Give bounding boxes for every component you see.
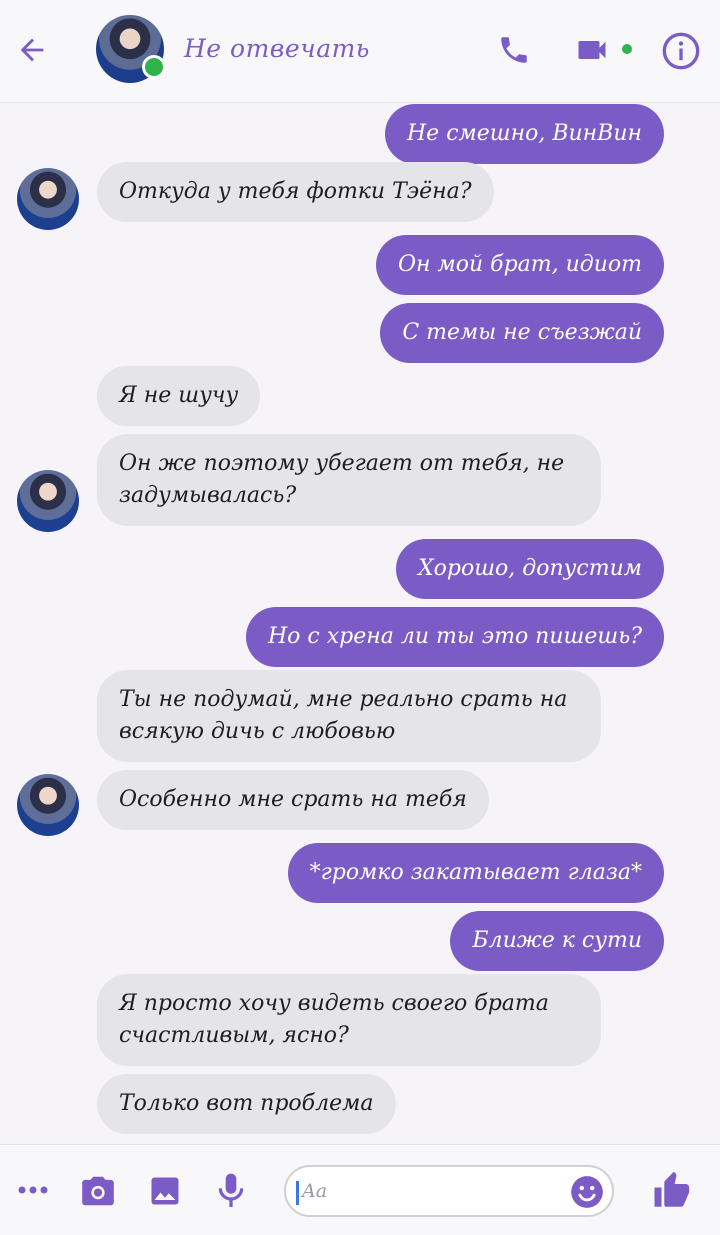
message-incoming[interactable]: Я не шучу [97,366,261,426]
message-outgoing[interactable]: *громко закатывает глаза* [287,843,664,903]
microphone-icon[interactable] [210,1167,252,1215]
message-incoming[interactable]: Ты не подумай, мне реально срать на всяк… [97,670,601,762]
message-outgoing[interactable]: Не смешно, ВинВин [385,104,664,164]
message-outgoing[interactable]: С темы не съезжай [380,303,664,363]
message-incoming[interactable]: Откуда у тебя фотки Тэёна? [97,162,494,222]
message-list[interactable]: Не смешно, ВинВин Откуда у тебя фотки Тэ… [0,102,720,1144]
video-camera-icon[interactable] [570,28,614,72]
contact-avatar-small [17,774,79,836]
message-incoming[interactable]: Особенно мне срать на тебя [97,770,489,830]
message-incoming[interactable]: Я просто хочу видеть своего брата счастл… [97,974,601,1066]
phone-icon[interactable] [492,28,536,72]
more-dots-icon[interactable] [12,1169,54,1211]
composer-bar: Aa [0,1144,720,1235]
back-arrow-icon[interactable] [10,28,54,72]
contact-avatar[interactable] [96,15,166,83]
camera-icon[interactable] [76,1169,120,1213]
contact-name[interactable]: Не отвечать [184,34,370,63]
info-icon[interactable] [658,28,704,74]
text-cursor [296,1181,299,1205]
message-outgoing[interactable]: Хорошо, допустим [395,539,664,599]
contact-avatar-small [17,470,79,532]
message-outgoing[interactable]: Ближе к сути [450,911,664,971]
message-outgoing[interactable]: Но с хрена ли ты это пишешь? [245,607,664,667]
message-outgoing[interactable]: Он мой брат, идиот [375,235,664,295]
thumbs-up-icon[interactable] [648,1167,696,1215]
message-input-placeholder: Aa [302,1180,328,1202]
message-input[interactable]: Aa [284,1165,614,1217]
chat-header: Не отвечать [0,0,720,103]
emoji-icon[interactable] [568,1173,606,1211]
message-incoming[interactable]: Он же поэтому убегает от тебя, не задумы… [97,434,601,526]
video-available-dot [622,44,632,54]
message-incoming[interactable]: Только вот проблема [97,1074,396,1134]
image-icon[interactable] [143,1169,187,1213]
online-status-dot [142,55,166,79]
contact-avatar-small [17,168,79,230]
